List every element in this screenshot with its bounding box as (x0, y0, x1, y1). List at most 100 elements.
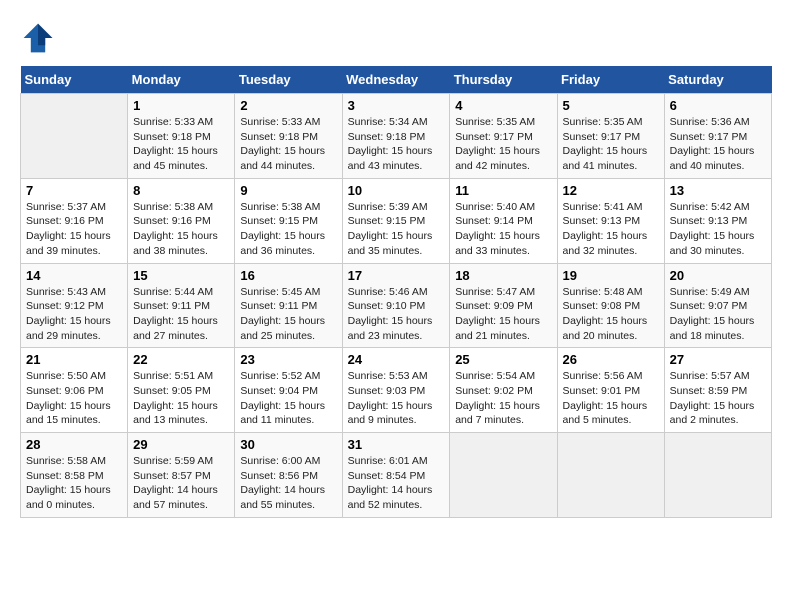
day-info: Sunrise: 5:46 AM Sunset: 9:10 PM Dayligh… (348, 285, 445, 344)
calendar-cell: 15 Sunrise: 5:44 AM Sunset: 9:11 PM Dayli… (128, 263, 235, 348)
day-info: Sunrise: 5:40 AM Sunset: 9:14 PM Dayligh… (455, 200, 551, 259)
day-info: Sunrise: 5:48 AM Sunset: 9:08 PM Dayligh… (563, 285, 659, 344)
calendar-cell: 22 Sunrise: 5:51 AM Sunset: 9:05 PM Dayli… (128, 348, 235, 433)
day-info: Sunrise: 5:35 AM Sunset: 9:17 PM Dayligh… (563, 115, 659, 174)
calendar-cell: 31 Sunrise: 6:01 AM Sunset: 8:54 PM Dayli… (342, 433, 450, 518)
calendar-cell: 28 Sunrise: 5:58 AM Sunset: 8:58 PM Dayli… (21, 433, 128, 518)
calendar-cell: 13 Sunrise: 5:42 AM Sunset: 9:13 PM Dayli… (664, 178, 771, 263)
day-number: 25 (455, 352, 551, 367)
header-row: SundayMondayTuesdayWednesdayThursdayFrid… (21, 66, 772, 94)
calendar-cell: 26 Sunrise: 5:56 AM Sunset: 9:01 PM Dayli… (557, 348, 664, 433)
day-number: 13 (670, 183, 766, 198)
weekday-header: Friday (557, 66, 664, 94)
day-number: 30 (240, 437, 336, 452)
day-info: Sunrise: 5:43 AM Sunset: 9:12 PM Dayligh… (26, 285, 122, 344)
calendar-cell: 17 Sunrise: 5:46 AM Sunset: 9:10 PM Dayli… (342, 263, 450, 348)
calendar-cell: 11 Sunrise: 5:40 AM Sunset: 9:14 PM Dayli… (450, 178, 557, 263)
calendar-week-row: 1 Sunrise: 5:33 AM Sunset: 9:18 PM Daylig… (21, 94, 772, 179)
day-number: 28 (26, 437, 122, 452)
day-info: Sunrise: 6:01 AM Sunset: 8:54 PM Dayligh… (348, 454, 445, 513)
calendar-cell (450, 433, 557, 518)
calendar-cell: 21 Sunrise: 5:50 AM Sunset: 9:06 PM Dayli… (21, 348, 128, 433)
day-number: 3 (348, 98, 445, 113)
logo (20, 20, 60, 56)
day-number: 11 (455, 183, 551, 198)
weekday-header: Sunday (21, 66, 128, 94)
day-info: Sunrise: 5:51 AM Sunset: 9:05 PM Dayligh… (133, 369, 229, 428)
calendar-week-row: 28 Sunrise: 5:58 AM Sunset: 8:58 PM Dayli… (21, 433, 772, 518)
calendar-cell: 23 Sunrise: 5:52 AM Sunset: 9:04 PM Dayli… (235, 348, 342, 433)
calendar-cell: 10 Sunrise: 5:39 AM Sunset: 9:15 PM Dayli… (342, 178, 450, 263)
calendar-cell: 4 Sunrise: 5:35 AM Sunset: 9:17 PM Daylig… (450, 94, 557, 179)
calendar-cell: 18Sunrise: 5:47 AM Sunset: 9:09 PM Dayli… (450, 263, 557, 348)
day-info: Sunrise: 5:52 AM Sunset: 9:04 PM Dayligh… (240, 369, 336, 428)
logo-icon (20, 20, 56, 56)
calendar-cell: 8 Sunrise: 5:38 AM Sunset: 9:16 PM Daylig… (128, 178, 235, 263)
day-number: 8 (133, 183, 229, 198)
weekday-header: Wednesday (342, 66, 450, 94)
day-number: 9 (240, 183, 336, 198)
day-info: Sunrise: 5:50 AM Sunset: 9:06 PM Dayligh… (26, 369, 122, 428)
calendar-table: SundayMondayTuesdayWednesdayThursdayFrid… (20, 66, 772, 518)
calendar-cell: 20 Sunrise: 5:49 AM Sunset: 9:07 PM Dayli… (664, 263, 771, 348)
calendar-cell: 5Sunrise: 5:35 AM Sunset: 9:17 PM Daylig… (557, 94, 664, 179)
day-info: Sunrise: 5:41 AM Sunset: 9:13 PM Dayligh… (563, 200, 659, 259)
calendar-cell: 2Sunrise: 5:33 AM Sunset: 9:18 PM Daylig… (235, 94, 342, 179)
day-number: 16 (240, 268, 336, 283)
day-info: Sunrise: 6:00 AM Sunset: 8:56 PM Dayligh… (240, 454, 336, 513)
day-info: Sunrise: 5:39 AM Sunset: 9:15 PM Dayligh… (348, 200, 445, 259)
day-info: Sunrise: 5:38 AM Sunset: 9:16 PM Dayligh… (133, 200, 229, 259)
calendar-cell: 9 Sunrise: 5:38 AM Sunset: 9:15 PM Daylig… (235, 178, 342, 263)
calendar-cell: 30 Sunrise: 6:00 AM Sunset: 8:56 PM Dayli… (235, 433, 342, 518)
day-info: Sunrise: 5:49 AM Sunset: 9:07 PM Dayligh… (670, 285, 766, 344)
day-info: Sunrise: 5:38 AM Sunset: 9:15 PM Dayligh… (240, 200, 336, 259)
day-number: 4 (455, 98, 551, 113)
day-number: 22 (133, 352, 229, 367)
day-info: Sunrise: 5:53 AM Sunset: 9:03 PM Dayligh… (348, 369, 445, 428)
day-number: 20 (670, 268, 766, 283)
day-info: Sunrise: 5:57 AM Sunset: 8:59 PM Dayligh… (670, 369, 766, 428)
day-info: Sunrise: 5:44 AM Sunset: 9:11 PM Dayligh… (133, 285, 229, 344)
day-number: 15 (133, 268, 229, 283)
day-info: Sunrise: 5:34 AM Sunset: 9:18 PM Dayligh… (348, 115, 445, 174)
day-info: Sunrise: 5:36 AM Sunset: 9:17 PM Dayligh… (670, 115, 766, 174)
calendar-cell (664, 433, 771, 518)
day-info: Sunrise: 5:35 AM Sunset: 9:17 PM Dayligh… (455, 115, 551, 174)
calendar-week-row: 14 Sunrise: 5:43 AM Sunset: 9:12 PM Dayli… (21, 263, 772, 348)
calendar-header: SundayMondayTuesdayWednesdayThursdayFrid… (21, 66, 772, 94)
day-info: Sunrise: 5:56 AM Sunset: 9:01 PM Dayligh… (563, 369, 659, 428)
day-info: Sunrise: 5:42 AM Sunset: 9:13 PM Dayligh… (670, 200, 766, 259)
day-number: 1 (133, 98, 229, 113)
day-number: 7 (26, 183, 122, 198)
weekday-header: Thursday (450, 66, 557, 94)
weekday-header: Saturday (664, 66, 771, 94)
calendar-cell: 27Sunrise: 5:57 AM Sunset: 8:59 PM Dayli… (664, 348, 771, 433)
day-number: 18 (455, 268, 551, 283)
day-number: 23 (240, 352, 336, 367)
calendar-cell: 1 Sunrise: 5:33 AM Sunset: 9:18 PM Daylig… (128, 94, 235, 179)
day-number: 14 (26, 268, 122, 283)
calendar-cell: 19 Sunrise: 5:48 AM Sunset: 9:08 PM Dayli… (557, 263, 664, 348)
calendar-cell: 29 Sunrise: 5:59 AM Sunset: 8:57 PM Dayli… (128, 433, 235, 518)
calendar-cell: 12Sunrise: 5:41 AM Sunset: 9:13 PM Dayli… (557, 178, 664, 263)
calendar-week-row: 21 Sunrise: 5:50 AM Sunset: 9:06 PM Dayli… (21, 348, 772, 433)
day-info: Sunrise: 5:33 AM Sunset: 9:18 PM Dayligh… (240, 115, 336, 174)
day-number: 31 (348, 437, 445, 452)
day-info: Sunrise: 5:33 AM Sunset: 9:18 PM Dayligh… (133, 115, 229, 174)
day-number: 10 (348, 183, 445, 198)
day-number: 21 (26, 352, 122, 367)
day-number: 19 (563, 268, 659, 283)
calendar-cell (557, 433, 664, 518)
weekday-header: Tuesday (235, 66, 342, 94)
weekday-header: Monday (128, 66, 235, 94)
day-number: 26 (563, 352, 659, 367)
day-number: 17 (348, 268, 445, 283)
day-info: Sunrise: 5:58 AM Sunset: 8:58 PM Dayligh… (26, 454, 122, 513)
day-number: 24 (348, 352, 445, 367)
calendar-week-row: 7Sunrise: 5:37 AM Sunset: 9:16 PM Daylig… (21, 178, 772, 263)
day-info: Sunrise: 5:54 AM Sunset: 9:02 PM Dayligh… (455, 369, 551, 428)
calendar-cell: 25 Sunrise: 5:54 AM Sunset: 9:02 PM Dayli… (450, 348, 557, 433)
page-header (20, 20, 772, 56)
day-number: 29 (133, 437, 229, 452)
day-info: Sunrise: 5:59 AM Sunset: 8:57 PM Dayligh… (133, 454, 229, 513)
